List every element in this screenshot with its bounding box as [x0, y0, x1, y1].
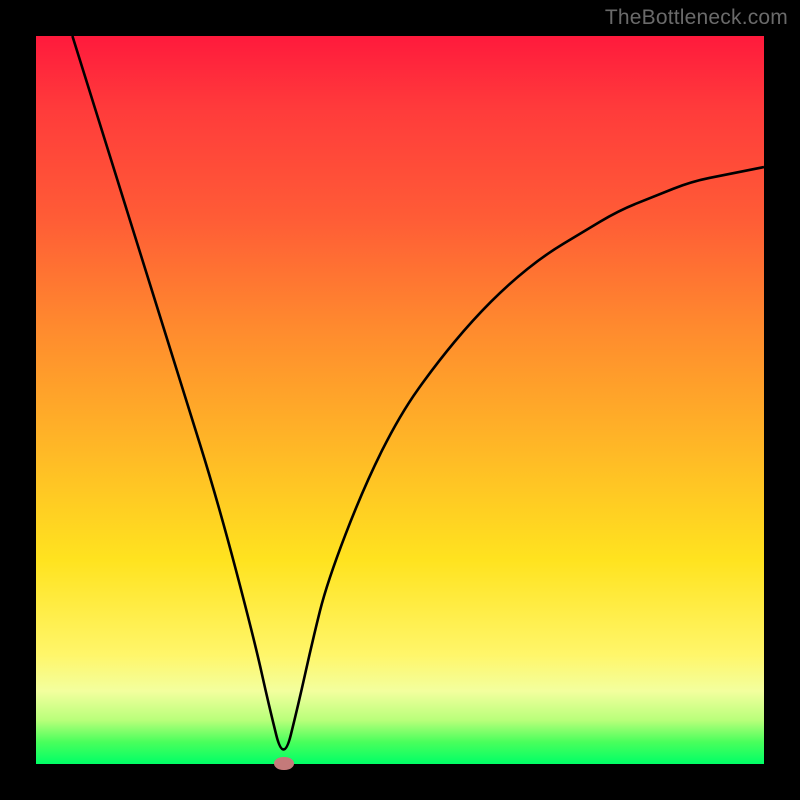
chart-frame: TheBottleneck.com — [0, 0, 800, 800]
watermark-text: TheBottleneck.com — [605, 6, 788, 30]
minimum-marker — [274, 757, 294, 770]
plot-area — [36, 36, 764, 764]
bottleneck-curve — [36, 36, 764, 764]
